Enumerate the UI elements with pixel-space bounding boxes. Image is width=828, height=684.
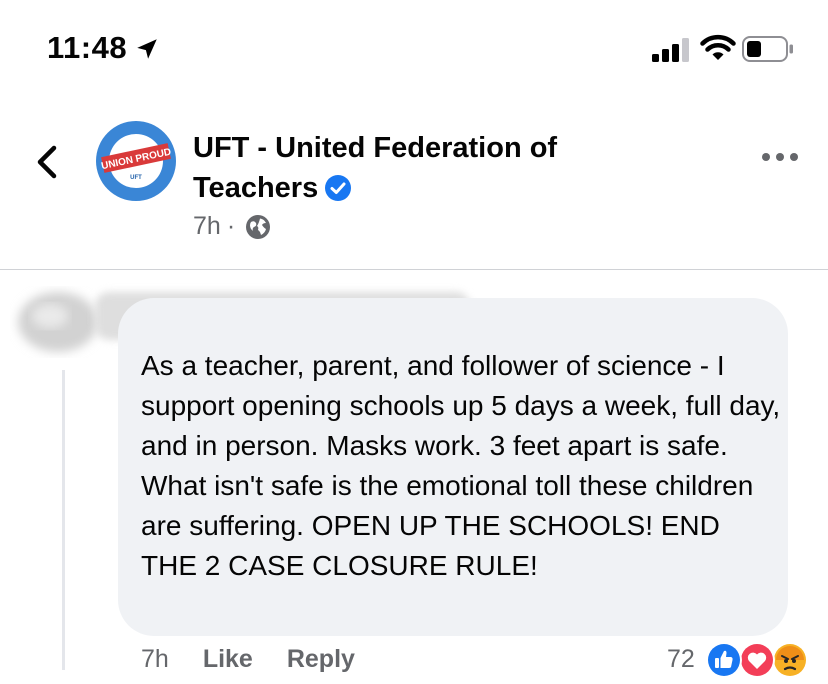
comment-actions: 7h Like Reply bbox=[141, 645, 355, 674]
battery-icon bbox=[742, 36, 793, 62]
reactions-summary[interactable] bbox=[704, 640, 810, 680]
comment-time[interactable]: 7h bbox=[141, 645, 169, 674]
reply-button[interactable]: Reply bbox=[287, 645, 355, 674]
post-time[interactable]: 7h bbox=[193, 212, 221, 241]
page-name-text: UFT - United Federation of Teachers bbox=[193, 132, 558, 204]
comment-text: As a teacher, parent, and follower of sc… bbox=[141, 350, 781, 581]
avatar-subtext: UFT bbox=[130, 175, 142, 181]
more-horizontal-icon[interactable] bbox=[761, 150, 799, 164]
verified-badge-icon bbox=[325, 175, 352, 201]
globe-icon bbox=[246, 214, 271, 239]
page-name[interactable]: UFT - United Federation of Teachers bbox=[193, 128, 653, 208]
header-divider bbox=[0, 269, 828, 270]
page-avatar[interactable]: UNION PROUD UFT bbox=[96, 121, 176, 201]
reaction-count[interactable]: 72 bbox=[667, 645, 695, 674]
like-reaction-icon bbox=[706, 642, 742, 678]
meta-separator: · bbox=[226, 212, 236, 240]
status-time: 11:48 bbox=[47, 30, 128, 65]
like-button[interactable]: Like bbox=[203, 645, 253, 674]
status-bar: 11:48 bbox=[0, 0, 828, 100]
cellular-signal-icon bbox=[652, 38, 689, 62]
love-reaction-icon bbox=[739, 642, 775, 678]
location-arrow-icon bbox=[137, 39, 157, 59]
wifi-icon bbox=[700, 34, 736, 60]
angry-reaction-icon bbox=[772, 642, 808, 678]
post-header: UNION PROUD UFT UFT - United Federation … bbox=[0, 100, 828, 270]
chevron-left-icon[interactable] bbox=[34, 144, 60, 180]
post-meta: 7h · bbox=[193, 212, 271, 241]
comment-thread-line bbox=[62, 370, 65, 670]
